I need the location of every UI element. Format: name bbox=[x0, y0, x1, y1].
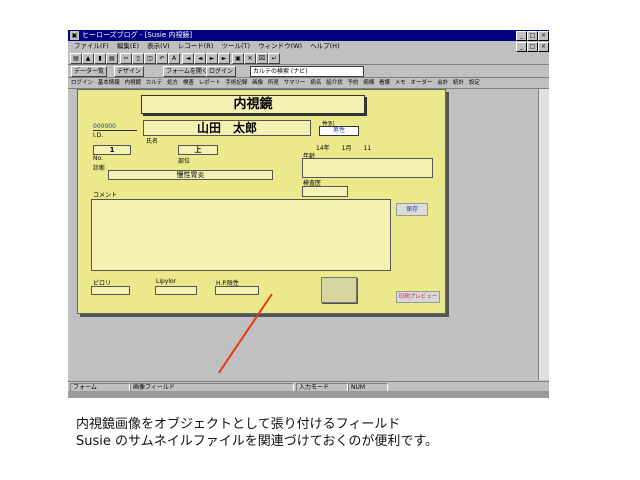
vertical-scrollbar[interactable] bbox=[538, 89, 549, 380]
menu-record[interactable]: レコード(R) bbox=[178, 42, 214, 50]
tab-prescription[interactable]: 処方 bbox=[167, 80, 178, 86]
tab-summary[interactable]: サマリー bbox=[284, 80, 306, 86]
new-record-icon[interactable]: ▣ bbox=[232, 53, 244, 64]
hp-negative-field[interactable] bbox=[215, 286, 259, 295]
patient-id-value: 000000 bbox=[93, 123, 116, 130]
last-record-icon[interactable]: ► bbox=[218, 53, 230, 64]
tab-exam[interactable]: 検査 bbox=[183, 80, 194, 86]
tab-ward[interactable]: 病棟 bbox=[363, 80, 374, 86]
tab-report[interactable]: レポート bbox=[199, 80, 221, 86]
tab-stats[interactable]: 統計 bbox=[453, 80, 464, 86]
endoscopy-form: 内視鏡 000000 I.D. 山田 太郎 氏名 性別 男性 1 No. 上 部… bbox=[77, 89, 446, 314]
comment-label: コメント bbox=[93, 192, 118, 199]
menu-help[interactable]: ヘルプ(H) bbox=[310, 42, 339, 50]
exam-no-field[interactable]: 1 bbox=[93, 145, 131, 155]
tab-basic-info[interactable]: 基本情報 bbox=[98, 80, 120, 86]
diagnosis-label: 診断 bbox=[93, 165, 106, 172]
tab-chart[interactable]: カルテ bbox=[146, 80, 163, 86]
open-form-button[interactable]: フォームを開く bbox=[163, 66, 211, 77]
print-preview-button[interactable]: 印刷プレビュー bbox=[396, 291, 440, 303]
sex-field[interactable]: 男性 bbox=[319, 126, 359, 136]
first-record-icon[interactable]: ◄ bbox=[182, 53, 194, 64]
tab-image[interactable]: 画像 bbox=[252, 80, 263, 86]
check-label-lipylor: Lipylor bbox=[156, 278, 177, 285]
font-icon[interactable]: A bbox=[168, 53, 180, 64]
lipylor-field[interactable] bbox=[155, 286, 197, 295]
copy-icon[interactable]: ▯ bbox=[132, 53, 144, 64]
tab-settings[interactable]: 設定 bbox=[469, 80, 480, 86]
toolbar-form: データ一覧 デザイン フォームを開く ログイン カルテの検索 (ナビ) bbox=[68, 65, 549, 78]
data-list-button[interactable]: データ一覧 bbox=[71, 66, 108, 77]
doc-minimize-button[interactable]: _ bbox=[516, 42, 527, 52]
tab-billing[interactable]: 会計 bbox=[437, 80, 448, 86]
image-object-field[interactable] bbox=[321, 277, 357, 303]
tab-findings[interactable]: 所見 bbox=[268, 80, 279, 86]
prev-record-icon[interactable]: ◄ bbox=[194, 53, 206, 64]
save-icon[interactable]: ▮ bbox=[94, 53, 106, 64]
login-button[interactable]: ログイン bbox=[206, 66, 237, 77]
cut-icon[interactable]: ✂ bbox=[120, 53, 132, 64]
doc-restore-button[interactable]: □ bbox=[527, 42, 538, 52]
database-icon[interactable]: ⌧ bbox=[256, 53, 268, 64]
tab-appointment[interactable]: 予約 bbox=[347, 80, 358, 86]
diagnosis-field[interactable]: 慢性胃炎 bbox=[108, 170, 273, 180]
tab-order[interactable]: オーダー bbox=[411, 80, 433, 86]
undo-icon[interactable]: ↶ bbox=[156, 53, 168, 64]
patient-name-label: 氏名 bbox=[146, 138, 159, 145]
doctor-field[interactable] bbox=[302, 186, 348, 197]
menu-view[interactable]: 表示(V) bbox=[147, 42, 170, 50]
part-field[interactable]: 上 bbox=[178, 145, 218, 155]
patient-id-label: I.D. bbox=[93, 132, 104, 139]
exam-no-label: No. bbox=[93, 155, 103, 162]
menu-window[interactable]: ウィンドウ(W) bbox=[258, 42, 302, 50]
delete-record-icon[interactable]: ✕ bbox=[244, 53, 256, 64]
part-label: 部位 bbox=[178, 158, 191, 165]
exam-date-value[interactable]: 14年 1月 11 bbox=[316, 143, 371, 152]
doc-close-button[interactable]: × bbox=[538, 42, 549, 52]
tab-surgery[interactable]: 手術記録 bbox=[225, 80, 247, 86]
app-icon: ▣ bbox=[70, 31, 79, 40]
print-icon[interactable]: ▤ bbox=[106, 53, 118, 64]
maximize-button[interactable]: □ bbox=[527, 31, 538, 41]
caption-line-2: Susie のサムネイルファイルを関連づけておくのが便利です。 bbox=[76, 434, 439, 449]
save-button[interactable]: 保存 bbox=[396, 203, 428, 216]
next-record-icon[interactable]: ► bbox=[206, 53, 218, 64]
tab-endoscopy[interactable]: 内視鏡 bbox=[125, 80, 142, 86]
patient-name-field[interactable]: 山田 太郎 bbox=[143, 120, 311, 136]
design-button[interactable]: デザイン bbox=[114, 66, 145, 77]
age-field[interactable] bbox=[302, 158, 433, 178]
paste-icon[interactable]: ◫ bbox=[144, 53, 156, 64]
design-icon[interactable]: ▲ bbox=[82, 53, 94, 64]
enter-icon[interactable]: ↵ bbox=[268, 53, 280, 64]
menu-tools[interactable]: ツール(T) bbox=[221, 42, 250, 50]
tab-disease[interactable]: 病名 bbox=[310, 80, 321, 86]
patient-id-underline bbox=[93, 130, 137, 131]
menu-edit[interactable]: 編集(E) bbox=[117, 42, 139, 50]
form-title: 内視鏡 bbox=[141, 95, 365, 114]
toolbar-standard: ▤ ▲ ▮ ▤ ✂ ▯ ◫ ↶ A ◄ ◄ ► ► ▣ ✕ ⌧ ↵ bbox=[68, 52, 549, 65]
minimize-button[interactable]: _ bbox=[516, 31, 527, 41]
menu-bar: ファイル(F) 編集(E) 表示(V) レコード(R) ツール(T) ウィンドウ… bbox=[68, 41, 549, 52]
comment-textarea[interactable] bbox=[91, 199, 391, 271]
menu-file[interactable]: ファイル(F) bbox=[74, 42, 109, 50]
tab-referral[interactable]: 紹介状 bbox=[326, 80, 343, 86]
window-title: ヒーローズブログ - [Susie 内視鏡] bbox=[82, 31, 193, 39]
tab-nursing[interactable]: 看護 bbox=[379, 80, 390, 86]
bottom-strip bbox=[68, 391, 549, 398]
pylori-field[interactable] bbox=[91, 286, 130, 295]
navigation-combo[interactable]: カルテの検索 (ナビ) bbox=[250, 66, 364, 77]
view-icon[interactable]: ▤ bbox=[70, 53, 82, 64]
title-bar: ▣ ヒーローズブログ - [Susie 内視鏡] _ □ × bbox=[68, 30, 549, 41]
tab-login[interactable]: ログイン bbox=[71, 80, 93, 86]
tab-memo[interactable]: メモ bbox=[395, 80, 406, 86]
close-button[interactable]: × bbox=[538, 31, 549, 41]
form-tabs: ログイン 基本情報 内視鏡 カルテ 処方 検査 レポート 手術記録 画像 所見 … bbox=[68, 78, 549, 89]
